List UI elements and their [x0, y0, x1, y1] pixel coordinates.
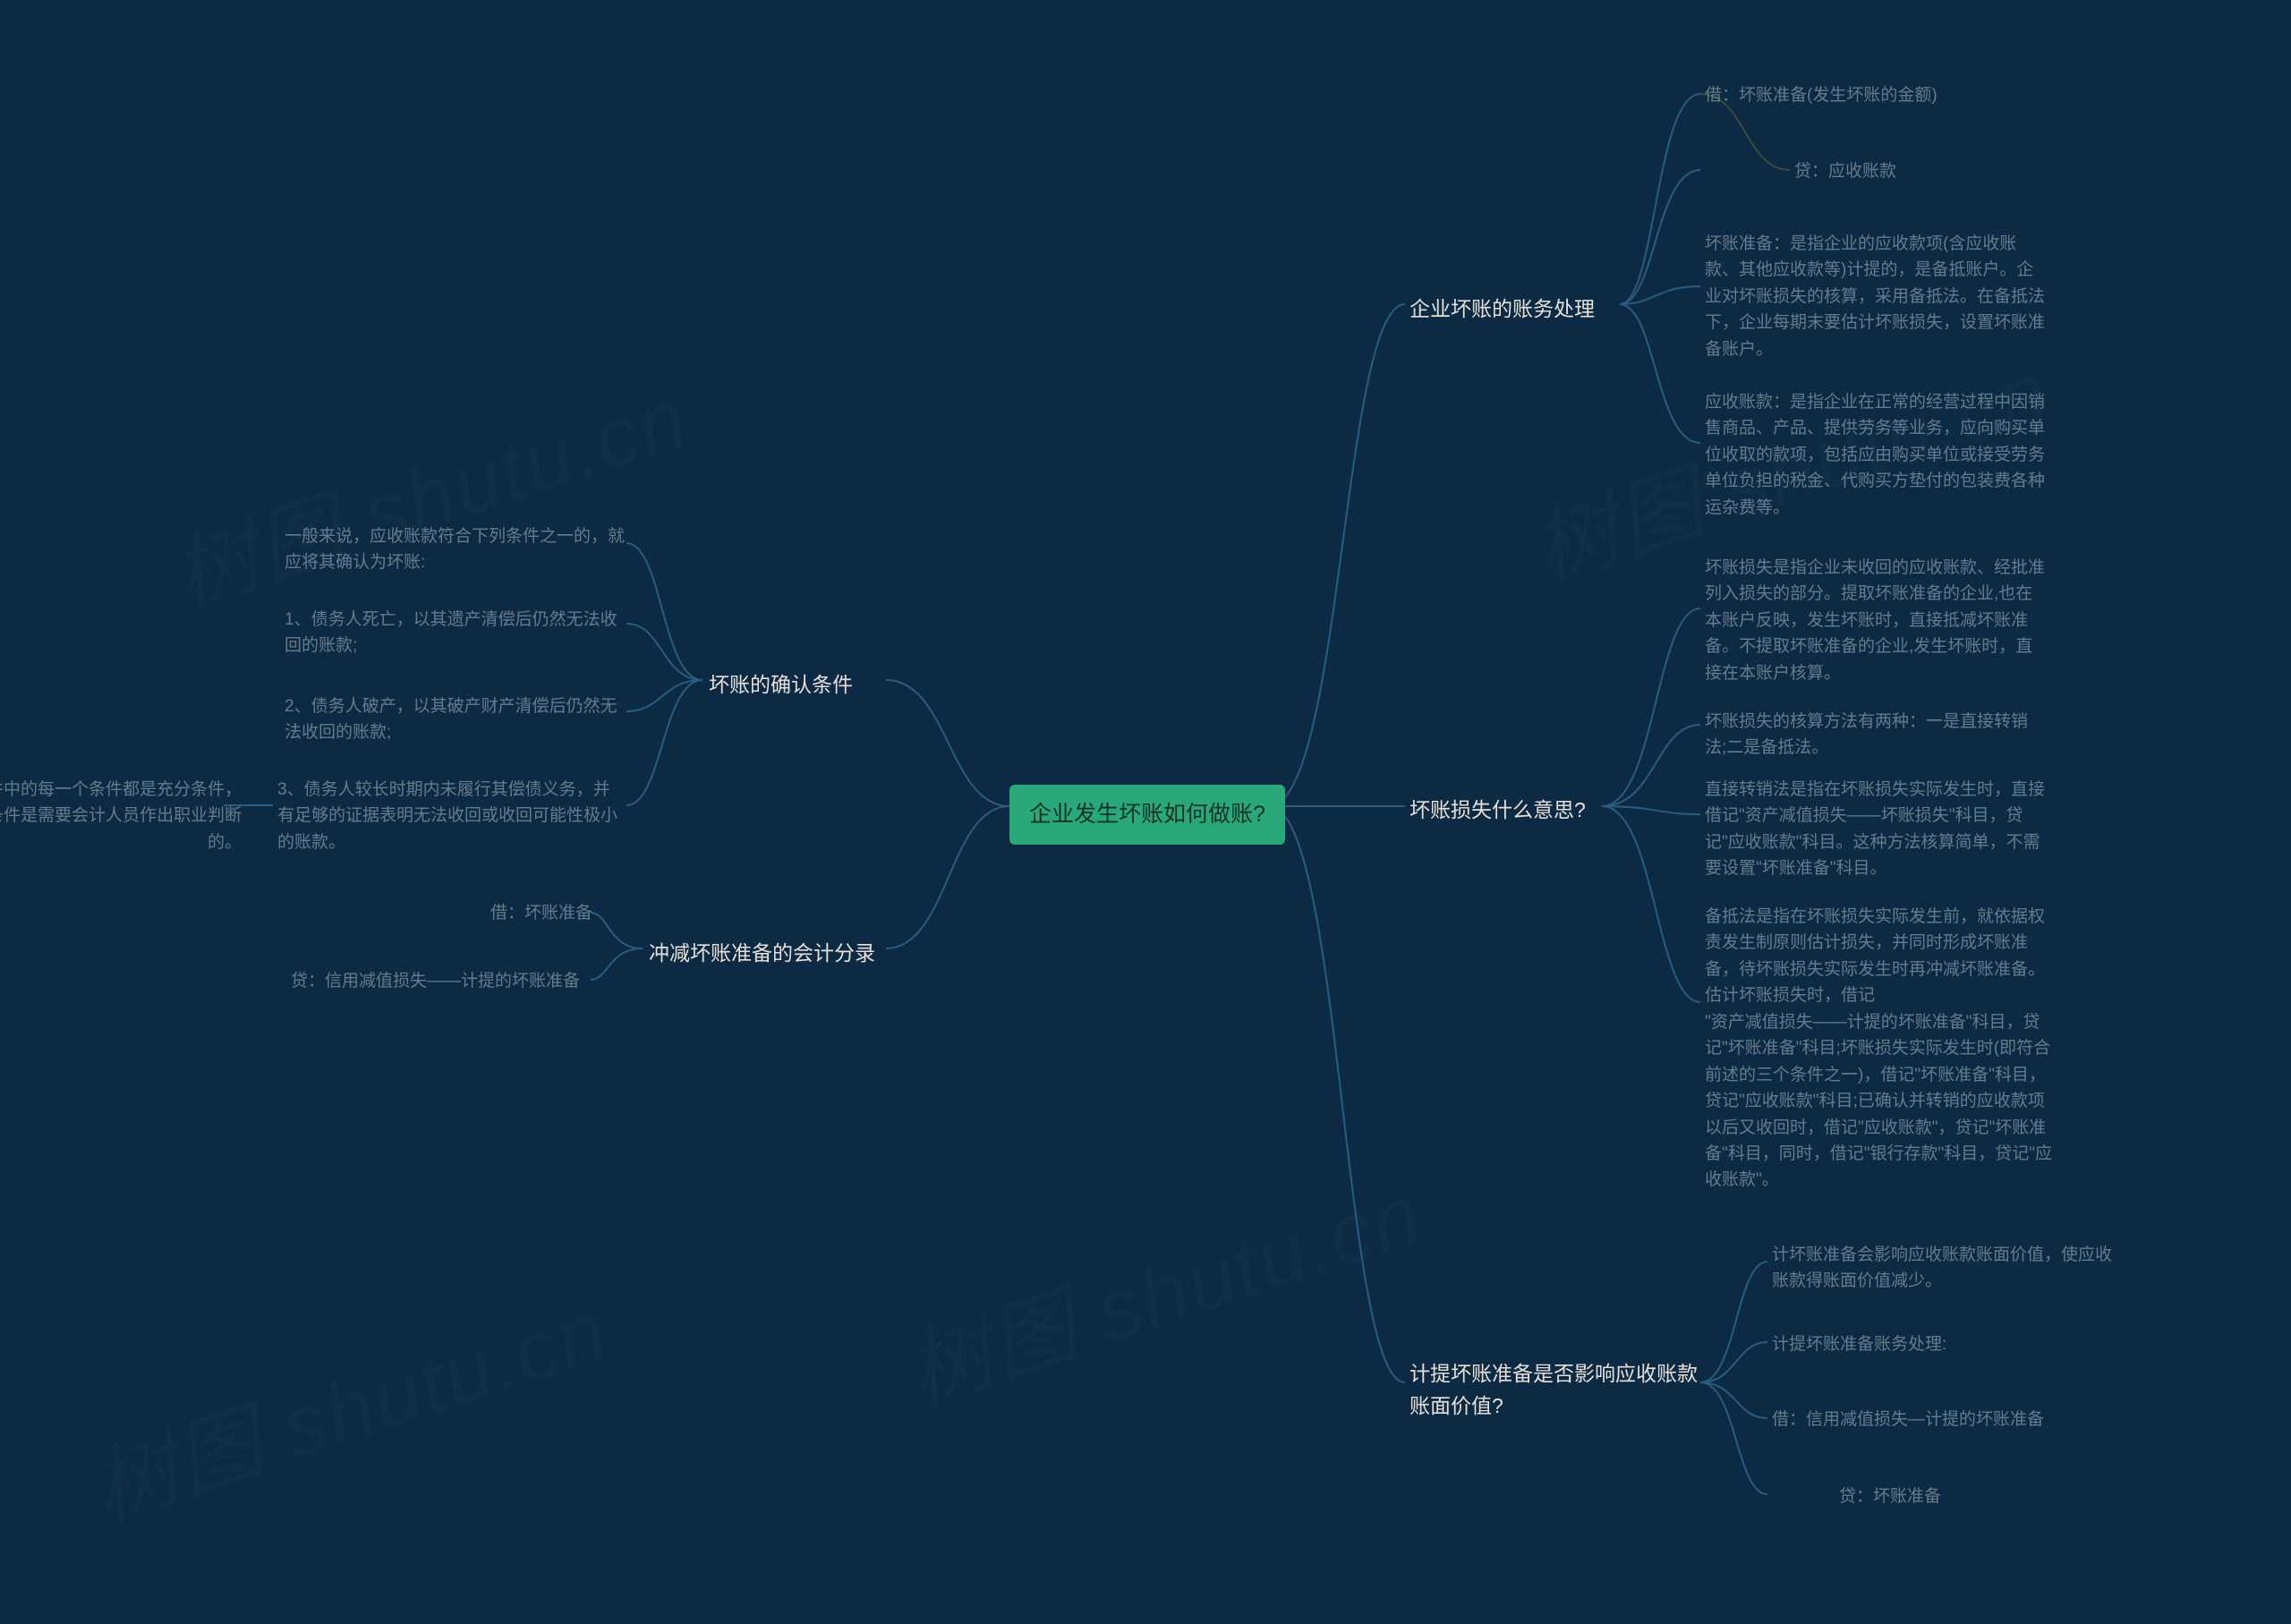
- node-l1-0: 一般来说，应收账款符合下列条件之一的，就应将其确认为坏账:: [285, 523, 625, 576]
- node-r3-2: 借：信用减值损失—计提的坏账准备: [1772, 1407, 2044, 1433]
- branch-offset-entry[interactable]: 冲减坏账准备的会计分录: [649, 938, 875, 970]
- branch-baddebt-loss-meaning[interactable]: 坏账损失什么意思?: [1410, 795, 1586, 827]
- node-r3-3: 贷：坏账准备: [1839, 1484, 1941, 1509]
- branch-provision-effect[interactable]: 计提坏账准备是否影响应收账款账面价值?: [1410, 1358, 1700, 1422]
- node-r2-1: 坏账损失的核算方法有两种：一是直接转销法;二是备抵法。: [1705, 709, 2045, 761]
- node-r3-0: 计坏账准备会影响应收账款账面价值，使应收账款得账面价值减少。: [1772, 1242, 2116, 1295]
- node-r3-1: 计提坏账准备账务处理:: [1772, 1331, 1946, 1357]
- node-r1-1: 贷：应收账款: [1794, 158, 1896, 184]
- node-r2-3: 备抵法是指在坏账损失实际发生前，就依据权责发生制原则估计损失，并同时形成坏账准备…: [1705, 904, 2058, 1194]
- node-l1-tail: 上述三个条件中的每一个条件都是充分条件，其中第3个条件是需要会计人员作出职业判断…: [0, 777, 242, 855]
- node-l2-0: 借：坏账准备: [490, 900, 592, 926]
- node-r1-0: 借：坏账准备(发生坏账的金额): [1705, 82, 1938, 108]
- branch-accounting-treatment[interactable]: 企业坏账的账务处理: [1410, 293, 1595, 326]
- node-r2-0: 坏账损失是指企业未收回的应收账款、经批准列入损失的部分。提取坏账准备的企业,也在…: [1705, 555, 2045, 686]
- node-l1-3: 3、债务人较长时期内未履行其偿债义务，并有足够的证据表明无法收回或收回可能性极小…: [277, 777, 626, 855]
- node-r1-2: 坏账准备：是指企业的应收款项(含应收账款、其他应收款等)计提的，是备抵账户。企业…: [1705, 231, 2045, 362]
- node-r1-3: 应收账款：是指企业在正常的经营过程中因销售商品、产品、提供劳务等业务，应向购买单…: [1705, 389, 2045, 521]
- node-l1-1: 1、债务人死亡，以其遗产清偿后仍然无法收回的账款;: [285, 607, 625, 659]
- root-node[interactable]: 企业发生坏账如何做账?: [1009, 785, 1285, 845]
- node-l1-2: 2、债务人破产，以其破产财产清偿后仍然无法收回的账款;: [285, 693, 625, 746]
- node-l2-1: 贷：信用减值损失——计提的坏账准备: [291, 968, 580, 994]
- node-r2-2: 直接转销法是指在坏账损失实际发生时，直接借记"资产减值损失——坏账损失"科目，贷…: [1705, 777, 2045, 882]
- branch-confirm-conditions[interactable]: 坏账的确认条件: [709, 669, 853, 701]
